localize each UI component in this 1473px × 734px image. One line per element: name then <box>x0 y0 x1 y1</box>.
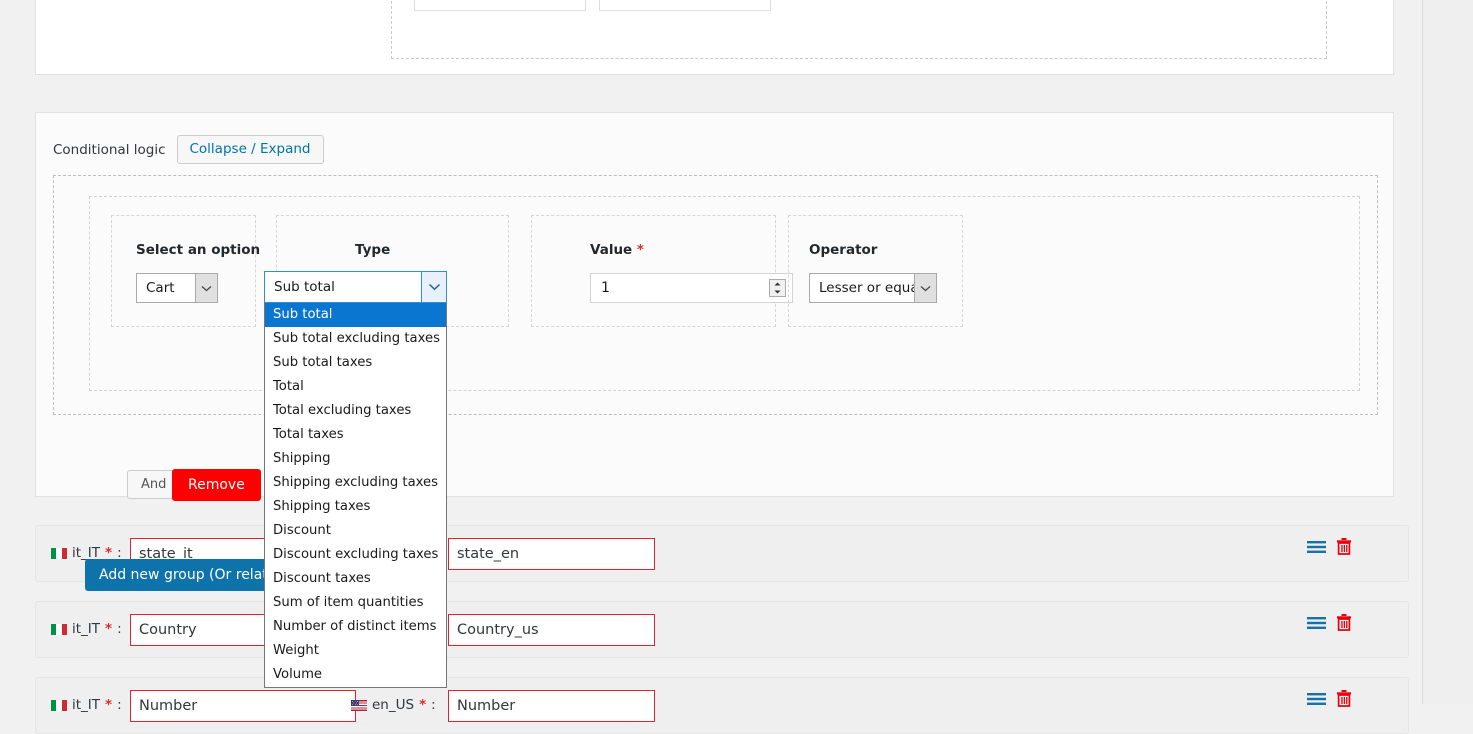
type-option[interactable]: Shipping excluding taxes <box>265 471 446 495</box>
menu-handle-icon[interactable] <box>1307 540 1326 554</box>
type-option[interactable]: Sub total <box>265 303 446 327</box>
conditional-logic-header: Conditional logic Collapse / Expand <box>53 135 324 164</box>
spinner-down-icon[interactable] <box>770 288 785 296</box>
spinner-up-icon[interactable] <box>770 280 785 288</box>
conditional-logic-label: Conditional logic <box>53 142 166 158</box>
row-actions <box>1307 614 1352 631</box>
translation-input-it[interactable] <box>130 690 356 722</box>
chevron-down-icon <box>421 272 446 302</box>
type-option[interactable]: Weight <box>265 639 446 663</box>
colon-separator: : <box>117 621 122 637</box>
type-label: Type <box>355 242 390 258</box>
field-operator: Operator Lesser or equal <box>788 215 963 327</box>
type-option[interactable]: Number of distinct items <box>265 615 446 639</box>
flag-italy-icon <box>51 548 67 559</box>
row-actions <box>1307 690 1352 707</box>
type-option[interactable]: Discount excluding taxes <box>265 543 446 567</box>
translation-input-en[interactable] <box>448 538 655 570</box>
type-option[interactable]: Discount taxes <box>265 567 446 591</box>
type-option[interactable]: Total taxes <box>265 423 446 447</box>
colon-separator: : <box>431 697 436 713</box>
field-select-an-option: Select an option Cart <box>111 215 256 327</box>
type-option[interactable]: Sub total excluding taxes <box>265 327 446 351</box>
menu-handle-icon[interactable] <box>1307 692 1326 706</box>
type-option[interactable]: Discount <box>265 519 446 543</box>
required-asterisk: * <box>419 697 426 713</box>
type-dropdown[interactable]: Sub total <box>264 271 447 303</box>
select-an-option-value: Cart <box>146 280 175 296</box>
select-an-option-dropdown[interactable]: Cart <box>136 273 218 303</box>
field-value: Value * 1 <box>531 215 776 327</box>
translation-input-en[interactable] <box>448 690 655 722</box>
value-set-group <box>391 0 1327 59</box>
page-scroll-gutter <box>1423 0 1473 704</box>
value2-en-textarea[interactable] <box>599 0 771 11</box>
chevron-down-icon <box>914 274 936 302</box>
required-asterisk: * <box>637 242 644 258</box>
type-option[interactable]: Volume <box>265 663 446 687</box>
table-row: it_IT * : en_US * : <box>35 677 1409 734</box>
number-spinner[interactable] <box>769 279 786 297</box>
locale-code: it_IT <box>72 621 100 637</box>
value-label: Value * <box>590 242 644 258</box>
trash-icon[interactable] <box>1336 614 1352 631</box>
value-number-text: 1 <box>601 280 610 296</box>
value2-it-textarea[interactable] <box>414 0 586 11</box>
conditional-logic-panel: Conditional logic Collapse / Expand Sele… <box>35 112 1394 497</box>
row-actions <box>1307 538 1352 555</box>
colon-separator: : <box>117 697 122 713</box>
type-option[interactable]: Shipping <box>265 447 446 471</box>
locale-label-it: it_IT * : <box>51 621 122 637</box>
type-option[interactable]: Sum of item quantities <box>265 591 446 615</box>
table-row: it_IT * : <box>35 601 1409 658</box>
trash-icon[interactable] <box>1336 690 1352 707</box>
trash-icon[interactable] <box>1336 538 1352 555</box>
operator-dropdown[interactable]: Lesser or equal <box>809 273 937 303</box>
type-option[interactable]: Total excluding taxes <box>265 399 446 423</box>
value-number-input[interactable]: 1 <box>590 273 793 303</box>
type-option[interactable]: Total <box>265 375 446 399</box>
locale-label-en: en_US * : <box>351 697 436 713</box>
operator-value: Lesser or equal <box>819 280 922 296</box>
value-sets-panel <box>35 0 1394 75</box>
locale-code: en_US <box>372 697 414 713</box>
chevron-down-icon <box>195 274 217 302</box>
type-option[interactable]: Sub total taxes <box>265 351 446 375</box>
type-selected-value: Sub total <box>274 279 335 295</box>
type-option[interactable]: Shipping taxes <box>265 495 446 519</box>
operator-label: Operator <box>809 242 877 258</box>
flag-italy-icon <box>51 624 67 635</box>
type-dropdown-options-list[interactable]: Sub totalSub total excluding taxesSub to… <box>264 303 447 688</box>
collapse-expand-button[interactable]: Collapse / Expand <box>177 135 324 164</box>
locale-code: it_IT <box>72 697 100 713</box>
flag-italy-icon <box>51 700 67 711</box>
value-label-text: Value <box>590 242 632 258</box>
flag-usa-icon <box>351 700 367 711</box>
remove-button[interactable]: Remove <box>172 469 261 501</box>
locale-label-it: it_IT * : <box>51 697 122 713</box>
condition-group-outer: Select an option Cart Type Value <box>53 175 1378 415</box>
translation-input-en[interactable] <box>448 614 655 646</box>
page-left-gutter <box>0 0 22 704</box>
select-an-option-label: Select an option <box>136 242 260 258</box>
menu-handle-icon[interactable] <box>1307 616 1326 630</box>
required-asterisk: * <box>105 621 112 637</box>
required-asterisk: * <box>105 697 112 713</box>
